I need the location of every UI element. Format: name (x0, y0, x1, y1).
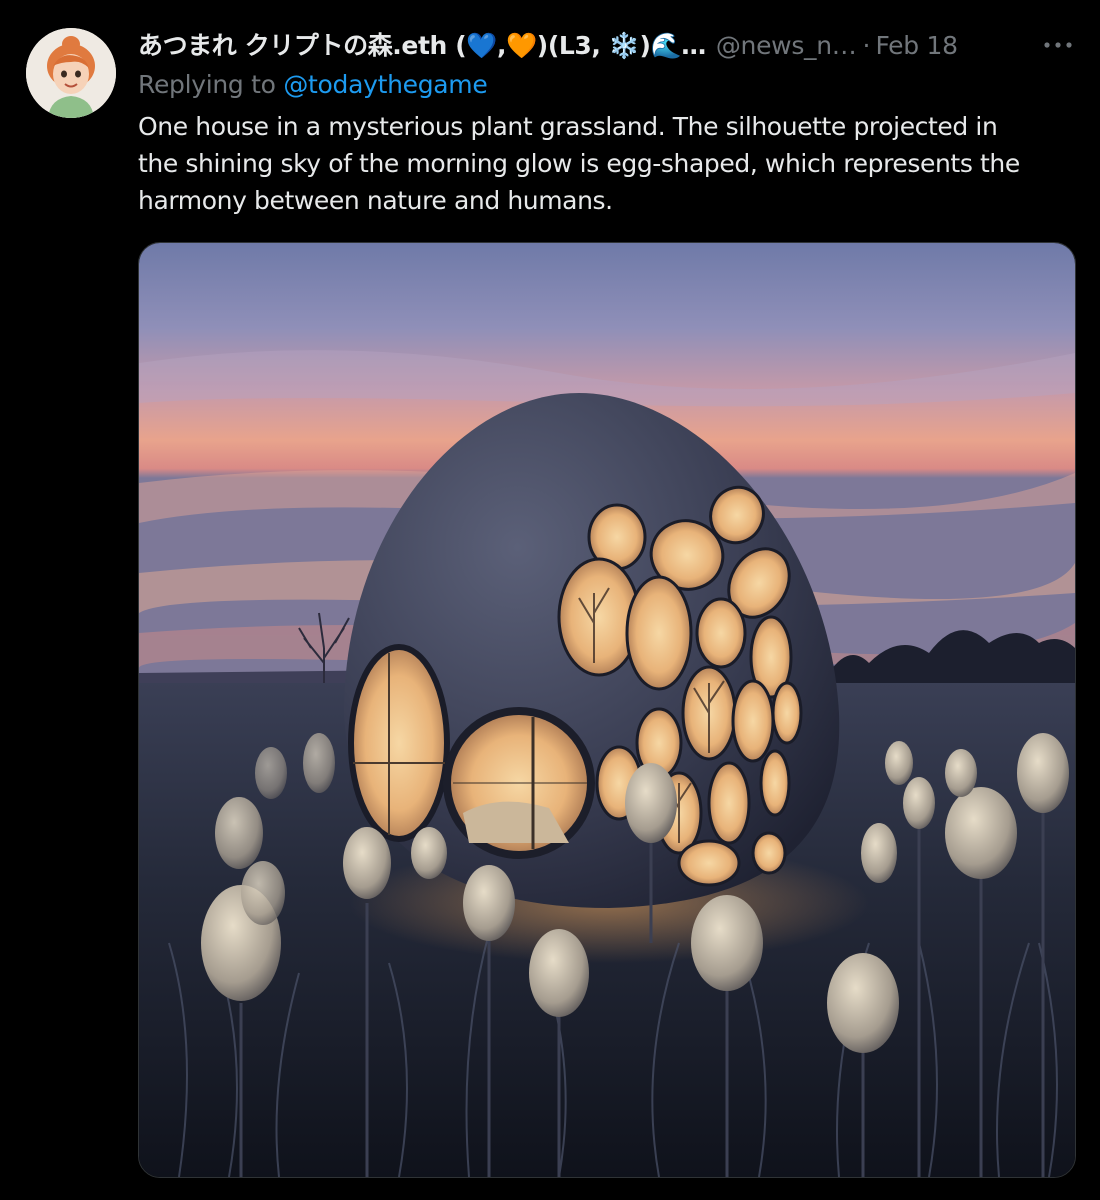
tweet-text: One house in a mysterious plant grasslan… (138, 112, 1020, 215)
header-separator: · (862, 31, 871, 60)
photo-illustration (139, 243, 1075, 1177)
tweet-header: あつまれ クリプトの森.eth (💙,🧡)(L3, ❄️)🌊… @news_n…… (138, 28, 1088, 64)
author-display-name[interactable]: あつまれ クリプトの森.eth (💙,🧡)(L3, ❄️)🌊… (138, 29, 706, 63)
more-options-icon[interactable] (1040, 30, 1076, 60)
author-handle[interactable]: @news_n… (716, 29, 857, 63)
tweet-date[interactable]: Feb 18 (875, 29, 958, 63)
user-avatar-icon[interactable] (26, 28, 116, 118)
tweet[interactable]: あつまれ クリプトの森.eth (💙,🧡)(L3, ❄️)🌊… @news_n…… (0, 0, 1100, 1200)
replying-to: Replying to @todaythegame (138, 68, 488, 102)
replying-prefix: Replying to (138, 70, 276, 99)
egg-house-photo[interactable] (138, 242, 1076, 1178)
replying-mention-link[interactable]: @todaythegame (283, 70, 487, 99)
